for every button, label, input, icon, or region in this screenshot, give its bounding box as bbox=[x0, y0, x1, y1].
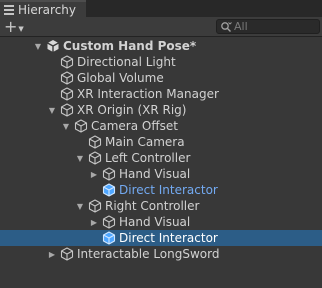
prefab-icon bbox=[102, 183, 116, 197]
tree-item-label: Right Controller bbox=[105, 199, 200, 213]
tree-item-label: Interactable LongSword bbox=[77, 247, 220, 261]
gameobject-icon bbox=[60, 55, 74, 69]
gameobject-icon bbox=[88, 135, 102, 149]
plus-icon: + bbox=[4, 17, 18, 36]
tree-row[interactable]: Direct Interactor bbox=[0, 182, 322, 198]
tree-item-label: Direct Interactor bbox=[119, 231, 218, 245]
hierarchy-list-icon bbox=[4, 4, 14, 15]
tree-row[interactable]: Main Camera bbox=[0, 134, 322, 150]
tree-item-label: Directional Light bbox=[77, 55, 176, 69]
tree-item-label: XR Interaction Manager bbox=[77, 87, 219, 101]
gameobject-icon bbox=[60, 103, 74, 117]
gameobject-icon bbox=[60, 247, 74, 261]
gameobject-icon bbox=[74, 119, 88, 133]
tree-row[interactable]: ▼ Left Controller bbox=[0, 150, 322, 166]
tree-row[interactable]: ▶ Hand Visual bbox=[0, 214, 322, 230]
tree-item-label: Hand Visual bbox=[119, 215, 191, 229]
tree-row[interactable]: ▼ Camera Offset bbox=[0, 118, 322, 134]
hierarchy-toolbar: + ▼ bbox=[0, 17, 322, 37]
tree-item-label: Global Volume bbox=[77, 71, 164, 85]
tab-bar: Hierarchy bbox=[0, 0, 322, 17]
tree-row[interactable]: Directional Light bbox=[0, 54, 322, 70]
tree-item-label: Custom Hand Pose* bbox=[63, 39, 197, 53]
expand-arrow-right-icon[interactable]: ▶ bbox=[89, 169, 99, 179]
add-object-button[interactable]: + ▼ bbox=[2, 19, 26, 35]
tree-row[interactable]: ▼ Custom Hand Pose* bbox=[0, 38, 322, 54]
tree-item-label: Hand Visual bbox=[119, 167, 191, 181]
expand-arrow-down-icon[interactable]: ▼ bbox=[75, 201, 85, 211]
tree-row[interactable]: ▼ XR Origin (XR Rig) bbox=[0, 102, 322, 118]
tab-hierarchy-label: Hierarchy bbox=[18, 2, 77, 17]
gameobject-icon bbox=[60, 87, 74, 101]
gameobject-icon bbox=[88, 199, 102, 213]
prefab-icon bbox=[102, 231, 116, 245]
search-icon bbox=[221, 21, 232, 32]
tree-row[interactable]: Global Volume bbox=[0, 70, 322, 86]
search-field[interactable] bbox=[216, 19, 320, 34]
gameobject-icon bbox=[88, 151, 102, 165]
expand-arrow-right-icon[interactable]: ▶ bbox=[47, 249, 57, 259]
expand-arrow-down-icon[interactable]: ▼ bbox=[33, 41, 43, 51]
tab-hierarchy[interactable]: Hierarchy bbox=[0, 0, 86, 17]
tree-item-label: Left Controller bbox=[105, 151, 191, 165]
gameobject-icon bbox=[102, 215, 116, 229]
gameobject-icon bbox=[102, 167, 116, 181]
hierarchy-tree: ▼ Custom Hand Pose* Directional Light Globa… bbox=[0, 37, 322, 288]
search-input[interactable] bbox=[232, 20, 314, 33]
gameobject-icon bbox=[60, 71, 74, 85]
tree-row[interactable]: ▶ Hand Visual bbox=[0, 166, 322, 182]
tree-row[interactable]: ▶ Interactable LongSword bbox=[0, 246, 322, 262]
tree-row[interactable]: XR Interaction Manager bbox=[0, 86, 322, 102]
tree-item-label: XR Origin (XR Rig) bbox=[77, 103, 187, 117]
chevron-down-icon: ▼ bbox=[18, 24, 24, 33]
tree-row[interactable]: ▼ Right Controller bbox=[0, 198, 322, 214]
tree-item-label: Main Camera bbox=[105, 135, 185, 149]
tree-item-label: Camera Offset bbox=[91, 119, 178, 133]
expand-arrow-right-icon[interactable]: ▶ bbox=[89, 217, 99, 227]
tree-item-label: Direct Interactor bbox=[119, 183, 218, 197]
tree-row[interactable]: Direct Interactor bbox=[0, 230, 322, 246]
expand-arrow-down-icon[interactable]: ▼ bbox=[75, 153, 85, 163]
expand-arrow-down-icon[interactable]: ▼ bbox=[47, 105, 57, 115]
unity-scene-icon bbox=[46, 39, 60, 53]
expand-arrow-down-icon[interactable]: ▼ bbox=[61, 121, 71, 131]
